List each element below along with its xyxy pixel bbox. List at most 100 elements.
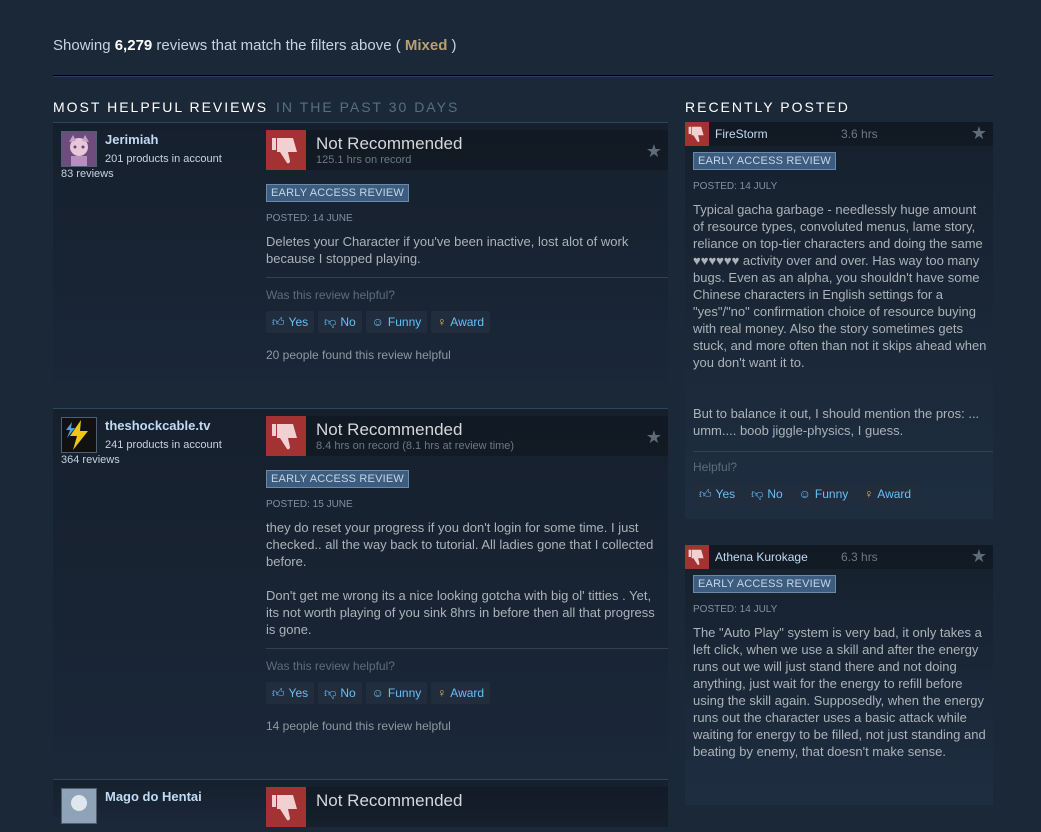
early-access-badge: EARLY ACCESS REVIEW — [693, 575, 836, 593]
author-name[interactable]: theshockcable.tv — [105, 418, 211, 433]
review-text: The "Auto Play" system is very bad, it o… — [693, 625, 986, 759]
helpful-question: Was this review helpful? — [266, 659, 395, 673]
no-button[interactable]: 👎︎ No — [318, 311, 362, 333]
review-text: they do reset your progress if you don't… — [266, 520, 654, 569]
smiley-icon: ☺ — [371, 315, 384, 329]
time-range-label: IN THE PAST 30 DAYS — [276, 99, 460, 115]
award-button[interactable]: ♀ Award — [431, 682, 491, 704]
award-button[interactable]: ♀ Award — [858, 483, 918, 505]
vote-buttons: 👍︎ Yes 👎︎ No ☺ Funny ♀ Award — [693, 483, 918, 505]
yes-label: Yes — [288, 686, 309, 700]
thumbs-up-icon: 👍︎ — [699, 486, 712, 501]
award-icon: ♀ — [437, 315, 447, 329]
recently-posted-heading: RECENTLY POSTED — [685, 99, 850, 115]
avatar[interactable] — [61, 788, 97, 824]
avatar[interactable] — [61, 417, 97, 453]
review-summary: Showing 6,279 reviews that match the fil… — [53, 37, 457, 54]
vote-buttons: 👍︎ Yes 👎︎ No ☺ Funny ♀ Award — [266, 311, 491, 333]
vote-header: Not Recommended 125.1 hrs on record ★ — [266, 130, 668, 170]
recent-review-card: FireStorm 3.6 hrs ★ EARLY ACCESS REVIEW … — [685, 122, 993, 519]
funny-button[interactable]: ☺ Funny — [365, 682, 428, 704]
most-helpful-title: MOST HELPFUL REVIEWS — [53, 99, 269, 115]
products-count[interactable]: 201 products in account — [105, 153, 222, 165]
author-name[interactable]: Mago do Hentai — [105, 789, 202, 804]
funny-button[interactable]: ☺ Funny — [365, 311, 428, 333]
most-helpful-heading: MOST HELPFUL REVIEWS IN THE PAST 30 DAYS — [53, 99, 459, 115]
award-label: Award — [450, 686, 485, 700]
avatar-image — [62, 418, 96, 452]
funny-label: Funny — [387, 686, 422, 700]
summary-suffix: ) — [447, 37, 457, 54]
thumbs-down-small-icon: 👎︎ — [324, 685, 337, 700]
review-card: theshockcable.tv 241 products in account… — [53, 408, 668, 753]
star-icon[interactable]: ★ — [971, 546, 987, 567]
posted-date: POSTED: 14 JULY — [693, 181, 778, 192]
verdict-title[interactable]: Not Recommended — [316, 791, 462, 811]
thumbs-down-small-icon: 👎︎ — [751, 486, 764, 501]
overall-rating[interactable]: Mixed — [405, 37, 448, 54]
star-icon[interactable]: ★ — [971, 123, 987, 144]
reviews-count[interactable]: 83 reviews — [61, 168, 114, 180]
no-button[interactable]: 👎︎ No — [318, 682, 362, 704]
review-text: Typical gacha garbage - needlessly huge … — [693, 202, 987, 370]
no-button[interactable]: 👎︎ No — [745, 483, 789, 505]
products-count[interactable]: 241 products in account — [105, 439, 222, 451]
thumbs-down-icon — [685, 545, 709, 569]
author-name[interactable]: FireStorm — [715, 127, 768, 141]
star-icon[interactable]: ★ — [646, 427, 662, 448]
smiley-icon: ☺ — [371, 686, 384, 700]
review-card: Mago do Hentai Not Recommended — [53, 779, 668, 827]
thumbs-down-small-icon: 👎︎ — [324, 314, 337, 329]
review-divider — [693, 451, 993, 452]
avatar-image — [62, 132, 96, 166]
thumbs-down-icon — [685, 122, 709, 146]
verdict-title[interactable]: Not Recommended — [316, 420, 462, 440]
review-divider — [266, 648, 668, 649]
funny-label: Funny — [814, 487, 849, 501]
helpful-count: 20 people found this review helpful — [266, 348, 451, 362]
playtime: 8.4 hrs on record (8.1 hrs at review tim… — [316, 440, 515, 452]
yes-label: Yes — [715, 487, 736, 501]
award-button[interactable]: ♀ Award — [431, 311, 491, 333]
award-label: Award — [877, 487, 912, 501]
no-label: No — [340, 686, 356, 700]
recent-review-header: Athena Kurokage 6.3 hrs ★ — [685, 545, 993, 569]
thumbs-up-icon: 👍︎ — [272, 314, 285, 329]
playtime: 3.6 hrs — [841, 127, 878, 141]
yes-button[interactable]: 👍︎ Yes — [693, 483, 742, 505]
vote-buttons: 👍︎ Yes 👎︎ No ☺ Funny ♀ Award — [266, 682, 491, 704]
yes-label: Yes — [288, 315, 309, 329]
early-access-badge: EARLY ACCESS REVIEW — [693, 152, 836, 170]
smiley-icon: ☺ — [798, 487, 811, 501]
funny-button[interactable]: ☺ Funny — [792, 483, 855, 505]
author-name[interactable]: Athena Kurokage — [715, 550, 808, 564]
early-access-badge: EARLY ACCESS REVIEW — [266, 470, 409, 488]
star-icon[interactable]: ★ — [646, 141, 662, 162]
review-text-continued: Don't get me wrong its a nice looking go… — [266, 588, 655, 637]
award-icon: ♀ — [864, 487, 874, 501]
summary-middle: reviews that match the filters above ( — [152, 37, 405, 54]
recent-review-header: FireStorm 3.6 hrs ★ — [685, 122, 993, 146]
author-name[interactable]: Jerimiah — [105, 132, 158, 147]
vote-header: Not Recommended — [266, 787, 668, 827]
thumbs-down-icon — [266, 130, 306, 170]
summary-prefix: Showing — [53, 37, 115, 54]
review-count: 6,279 — [114, 37, 153, 54]
reviews-count[interactable]: 364 reviews — [61, 454, 120, 466]
helpful-question: Was this review helpful? — [266, 288, 395, 302]
helpful-count: 14 people found this review helpful — [266, 719, 451, 733]
no-label: No — [340, 315, 356, 329]
posted-date: POSTED: 14 JULY — [693, 604, 778, 615]
yes-button[interactable]: 👍︎ Yes — [266, 682, 315, 704]
playtime: 6.3 hrs — [841, 550, 878, 564]
verdict-title[interactable]: Not Recommended — [316, 134, 462, 154]
posted-date: POSTED: 14 JUNE — [266, 213, 353, 224]
review-divider — [266, 277, 668, 278]
yes-button[interactable]: 👍︎ Yes — [266, 311, 315, 333]
avatar[interactable] — [61, 131, 97, 167]
thumbs-down-icon — [266, 787, 306, 827]
vote-header: Not Recommended 8.4 hrs on record (8.1 h… — [266, 416, 668, 456]
early-access-badge: EARLY ACCESS REVIEW — [266, 184, 409, 202]
award-icon: ♀ — [437, 686, 447, 700]
recent-review-card: Athena Kurokage 6.3 hrs ★ EARLY ACCESS R… — [685, 545, 993, 805]
